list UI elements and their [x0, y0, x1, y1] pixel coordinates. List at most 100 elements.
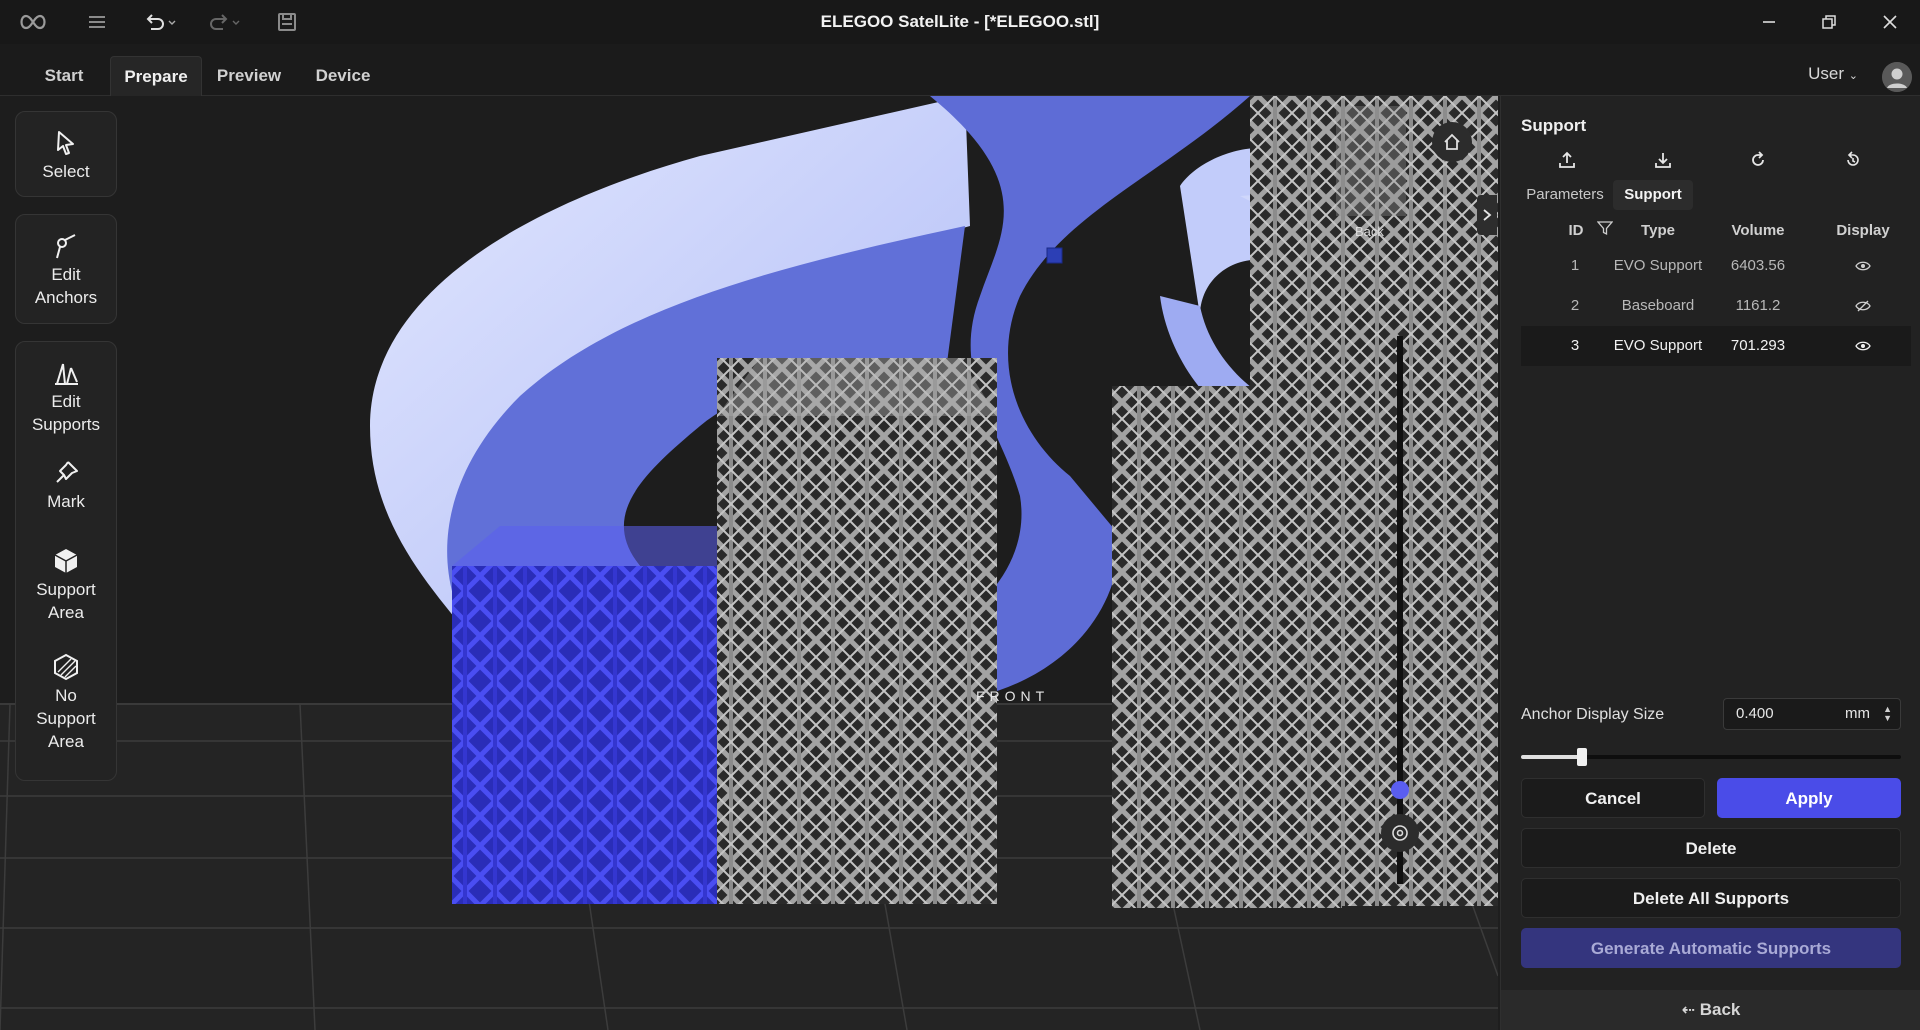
- tab-preview[interactable]: Preview: [206, 56, 292, 96]
- avatar[interactable]: [1882, 62, 1912, 92]
- edit-anchors-tool[interactable]: Edit Anchors: [16, 215, 116, 309]
- model-scene[interactable]: Back FRONT: [0, 96, 1498, 1030]
- row-volume: 1161.2: [1735, 297, 1781, 314]
- subtab-support[interactable]: Support: [1613, 180, 1693, 210]
- spinner-arrows-icon[interactable]: ▲ ▼: [1883, 705, 1892, 723]
- tab-prepare[interactable]: Prepare: [110, 56, 202, 96]
- close-button[interactable]: [1868, 6, 1912, 38]
- chevron-down-icon: ⌄: [1848, 70, 1858, 82]
- edit-supports-label: Edit Supports: [31, 392, 101, 434]
- pushpin-icon: [56, 461, 78, 483]
- front-label: FRONT: [976, 688, 1049, 704]
- anchor-pin-icon: [56, 234, 76, 259]
- apply-button[interactable]: Apply: [1717, 778, 1901, 818]
- row-id: 1: [1570, 257, 1580, 274]
- row-type: Baseboard: [1621, 297, 1695, 314]
- delete-button[interactable]: Delete: [1521, 828, 1901, 868]
- title-bar: ELEGOO SatelLite - [*ELEGOO.stl]: [0, 0, 1920, 44]
- tool-group-anchors: Edit Anchors: [15, 214, 117, 324]
- app-window: ELEGOO SatelLite - [*ELEGOO.stl] Start P…: [0, 0, 1920, 1030]
- import-icon[interactable]: [1649, 146, 1677, 174]
- back-label: Back: [1699, 1000, 1741, 1019]
- history-icon[interactable]: [1839, 146, 1867, 174]
- chevron-right-icon: [1483, 209, 1492, 221]
- row-volume: 701.293: [1730, 337, 1786, 354]
- support-area-tool[interactable]: Support Area: [16, 536, 116, 644]
- tool-group-supports: Edit Supports Mark Support Area No Suppo…: [15, 341, 117, 781]
- height-slider-handle[interactable]: [1391, 781, 1409, 799]
- slider-fill: [1521, 755, 1582, 759]
- support-panel: Support Parameters Support ID Type Volum…: [1500, 96, 1920, 1030]
- column-header-volume[interactable]: Volume: [1713, 222, 1803, 239]
- table-row[interactable]: 2 Baseboard 1161.2: [1521, 286, 1911, 326]
- redo-icon[interactable]: [204, 10, 244, 34]
- panel-title: Support: [1521, 116, 1587, 135]
- undo-icon[interactable]: [140, 10, 180, 34]
- select-tool[interactable]: Select: [16, 112, 116, 183]
- anchor-display-size-input[interactable]: 0.400 mm ▲ ▼: [1723, 698, 1901, 730]
- row-type: EVO Support: [1613, 257, 1703, 274]
- collapse-panel-button[interactable]: [1477, 195, 1497, 235]
- eye-off-icon[interactable]: [1843, 286, 1883, 326]
- tab-start[interactable]: Start: [26, 56, 102, 96]
- anchor-size-slider[interactable]: [1521, 748, 1901, 766]
- column-header-id[interactable]: ID: [1555, 222, 1597, 239]
- home-view-button[interactable]: [1432, 122, 1472, 162]
- cancel-button[interactable]: Cancel: [1521, 778, 1705, 818]
- support-gray-far-right[interactable]: [1250, 96, 1498, 906]
- filter-icon[interactable]: [1596, 220, 1614, 241]
- anchor-size-value: 0.400: [1736, 705, 1774, 722]
- row-id: 3: [1570, 337, 1580, 354]
- user-label: User: [1808, 64, 1845, 83]
- anchor-size-unit: mm: [1845, 705, 1870, 722]
- no-support-area-tool[interactable]: No Support Area: [16, 644, 116, 774]
- export-icon[interactable]: [1553, 146, 1581, 174]
- row-volume: 6403.56: [1730, 257, 1786, 274]
- user-menu[interactable]: User ⌄: [1808, 64, 1858, 84]
- column-header-display[interactable]: Display: [1823, 222, 1903, 239]
- select-label: Select: [42, 162, 90, 181]
- anchor-display-size-label: Anchor Display Size: [1521, 706, 1665, 723]
- cursor-arrow-icon: [57, 131, 74, 155]
- back-bar: ⇠ Back: [1501, 990, 1920, 1030]
- edit-supports-tool[interactable]: Edit Supports: [16, 342, 116, 452]
- eye-icon[interactable]: [1843, 246, 1883, 286]
- column-header-type[interactable]: Type: [1613, 222, 1703, 239]
- rotate-reset-icon[interactable]: [1744, 146, 1772, 174]
- eye-icon[interactable]: [1843, 326, 1883, 366]
- no-support-area-label: No Support Area: [36, 686, 96, 751]
- support-area-label: Support Area: [36, 580, 96, 622]
- generate-automatic-supports-button[interactable]: Generate Automatic Supports: [1521, 928, 1901, 968]
- mark-tool[interactable]: Mark: [16, 452, 116, 536]
- tab-device[interactable]: Device: [300, 56, 386, 96]
- minimize-button[interactable]: [1747, 6, 1791, 38]
- tool-group-select: Select: [15, 111, 117, 197]
- back-arrow-icon: ⇠: [1681, 1002, 1696, 1019]
- support-tree-icon: [55, 363, 78, 385]
- 3d-viewport[interactable]: Back FRONT Select Edit Anchors Edit Supp…: [0, 96, 1498, 1030]
- back-button[interactable]: ⇠ Back: [1501, 990, 1920, 1030]
- support-gray-center[interactable]: [717, 358, 997, 904]
- restore-button[interactable]: [1807, 6, 1851, 38]
- subtab-parameters[interactable]: Parameters: [1521, 180, 1609, 210]
- hatched-cube-icon: [54, 653, 78, 681]
- save-icon[interactable]: [272, 10, 302, 34]
- slider-settings-button[interactable]: [1381, 814, 1419, 852]
- anchor-point[interactable]: [1046, 247, 1063, 264]
- view-cube-label: Back: [1355, 224, 1384, 239]
- table-row-selected[interactable]: 3 EVO Support 701.293: [1521, 326, 1911, 366]
- mark-label: Mark: [47, 492, 85, 511]
- slider-thumb[interactable]: [1577, 748, 1587, 766]
- table-row[interactable]: 1 EVO Support 6403.56: [1521, 246, 1911, 286]
- edit-anchors-label: Edit Anchors: [34, 265, 98, 307]
- menu-icon[interactable]: [82, 10, 112, 34]
- row-type: EVO Support: [1613, 337, 1703, 354]
- settings-icon: [1392, 825, 1408, 841]
- row-id: 2: [1570, 297, 1580, 314]
- app-logo-icon: [18, 10, 48, 34]
- cube-icon: [54, 549, 78, 573]
- main-tab-bar: Start Prepare Preview Device: [0, 44, 1920, 96]
- home-icon: [1444, 133, 1460, 150]
- delete-all-supports-button[interactable]: Delete All Supports: [1521, 878, 1901, 918]
- support-blue-selected[interactable]: [452, 566, 722, 904]
